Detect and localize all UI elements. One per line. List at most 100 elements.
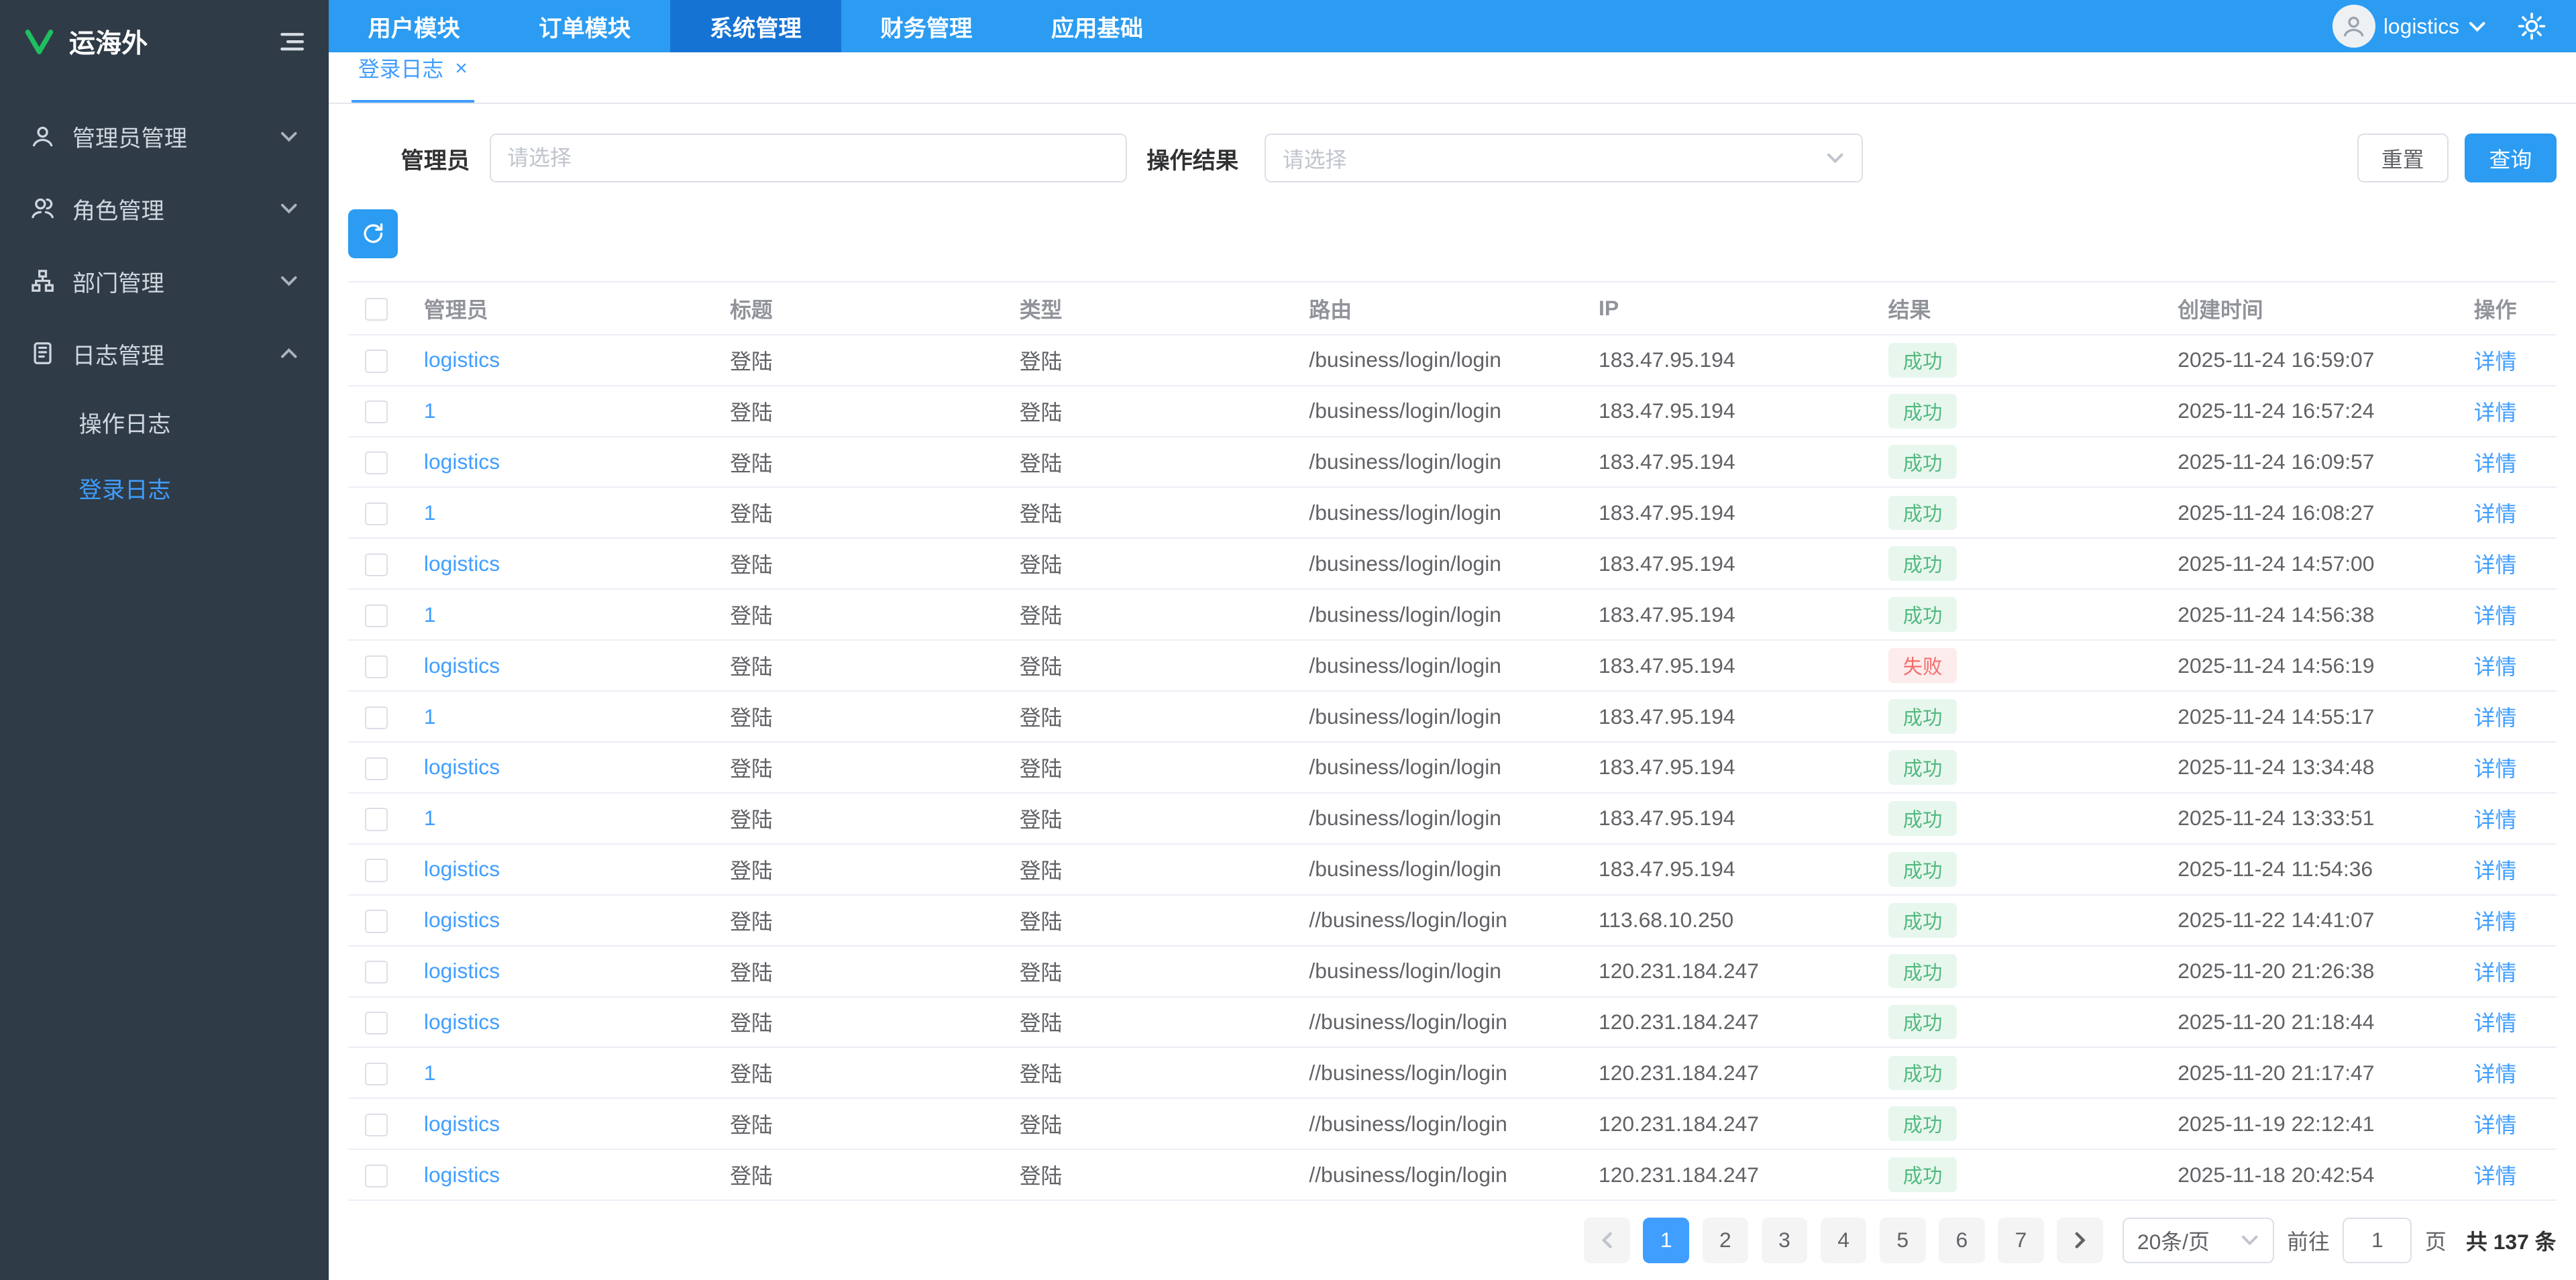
admin-link[interactable]: logistics xyxy=(424,1010,500,1034)
detail-link[interactable]: 详情 xyxy=(2474,655,2517,679)
admin-link[interactable]: 1 xyxy=(424,704,436,729)
detail-link[interactable]: 详情 xyxy=(2474,757,2517,781)
page-button[interactable]: 4 xyxy=(1820,1217,1867,1264)
row-checkbox[interactable] xyxy=(364,859,388,882)
admin-link[interactable]: logistics xyxy=(424,449,500,474)
ip-cell: 183.47.95.194 xyxy=(1582,385,1872,437)
title-cell: 登陆 xyxy=(713,945,1004,998)
row-checkbox[interactable] xyxy=(364,655,388,678)
detail-link[interactable]: 详情 xyxy=(2474,961,2517,985)
goto-page-input[interactable] xyxy=(2343,1217,2412,1264)
topnav-item[interactable]: 应用基础 xyxy=(1012,0,1183,52)
detail-link[interactable]: 详情 xyxy=(2474,859,2517,883)
type-cell: 登陆 xyxy=(1003,1047,1293,1100)
row-checkbox[interactable] xyxy=(364,451,388,475)
sidebar-item-department-management[interactable]: 部门管理 xyxy=(0,245,329,317)
row-checkbox[interactable] xyxy=(364,808,388,831)
row-checkbox[interactable] xyxy=(364,706,388,729)
topnav-item[interactable]: 用户模块 xyxy=(329,0,500,52)
sidebar-item-operation-log[interactable]: 操作日志 xyxy=(0,389,329,455)
type-cell: 登陆 xyxy=(1003,691,1293,743)
table-row: logistics 登陆 登陆 //business/login/login 1… xyxy=(348,1098,2557,1151)
page-size-select[interactable]: 20条/页 xyxy=(2123,1217,2274,1264)
topnav-item-label: 用户模块 xyxy=(368,16,460,42)
row-checkbox[interactable] xyxy=(364,1062,388,1086)
close-icon[interactable]: × xyxy=(455,57,468,79)
chevron-down-icon xyxy=(2469,21,2485,32)
page-button[interactable]: 7 xyxy=(1998,1217,2044,1264)
row-checkbox[interactable] xyxy=(364,961,388,984)
detail-link[interactable]: 详情 xyxy=(2474,910,2517,934)
sidebar-item-admin-management[interactable]: 管理员管理 xyxy=(0,100,329,172)
detail-link[interactable]: 详情 xyxy=(2474,1062,2517,1086)
sidebar-item-login-log[interactable]: 登录日志 xyxy=(0,455,329,521)
next-page-button[interactable] xyxy=(2057,1217,2103,1264)
admin-link[interactable]: logistics xyxy=(424,908,500,932)
sidebar-item-log-management[interactable]: 日志管理 xyxy=(0,317,329,390)
admin-link[interactable]: logistics xyxy=(424,755,500,779)
user-menu[interactable]: logistics xyxy=(2332,5,2487,48)
topnav-item[interactable]: 财务管理 xyxy=(841,0,1012,52)
page-button[interactable]: 5 xyxy=(1879,1217,1926,1264)
search-button[interactable]: 查询 xyxy=(2465,134,2557,183)
row-checkbox[interactable] xyxy=(364,910,388,933)
detail-link[interactable]: 详情 xyxy=(2474,808,2517,832)
sidebar-item-role-management[interactable]: 角色管理 xyxy=(0,172,329,245)
admin-link[interactable]: logistics xyxy=(424,653,500,678)
admin-link[interactable]: 1 xyxy=(424,806,436,830)
topnav-item[interactable]: 系统管理 xyxy=(669,0,841,53)
topnav: 用户模块 订单模块 系统管理 财务管理 应用基础 logistics xyxy=(328,0,2576,53)
row-checkbox[interactable] xyxy=(364,757,388,780)
detail-link[interactable]: 详情 xyxy=(2474,1164,2517,1188)
row-checkbox[interactable] xyxy=(364,1113,388,1137)
row-checkbox[interactable] xyxy=(364,502,388,526)
admin-link[interactable]: logistics xyxy=(424,348,500,372)
page-button[interactable]: 3 xyxy=(1761,1217,1808,1264)
detail-link[interactable]: 详情 xyxy=(2474,502,2517,526)
row-checkbox[interactable] xyxy=(364,401,388,424)
admin-link[interactable]: logistics xyxy=(424,959,500,983)
sidebar-item-label: 管理员管理 xyxy=(72,126,188,152)
prev-page-button[interactable] xyxy=(1584,1217,1630,1264)
detail-link[interactable]: 详情 xyxy=(2474,553,2517,577)
row-checkbox[interactable] xyxy=(364,350,388,373)
row-checkbox[interactable] xyxy=(364,1012,388,1035)
admin-link[interactable]: 1 xyxy=(424,398,436,423)
refresh-button[interactable] xyxy=(348,209,398,259)
admin-link[interactable]: logistics xyxy=(424,857,500,881)
detail-link[interactable]: 详情 xyxy=(2474,401,2517,425)
type-cell: 登陆 xyxy=(1003,334,1293,386)
page-button[interactable]: 1 xyxy=(1643,1217,1689,1264)
topnav-item-label: 订单模块 xyxy=(539,16,631,42)
topnav-item[interactable]: 订单模块 xyxy=(499,0,670,52)
tab-login-log[interactable]: 登录日志 × xyxy=(352,52,474,103)
admin-link[interactable]: logistics xyxy=(424,1163,500,1187)
detail-link[interactable]: 详情 xyxy=(2474,451,2517,476)
admin-link[interactable]: 1 xyxy=(424,500,436,525)
result-badge: 成功 xyxy=(1888,1157,1957,1193)
admin-link[interactable]: 1 xyxy=(424,1061,436,1085)
admin-link[interactable]: 1 xyxy=(424,602,436,627)
detail-link[interactable]: 详情 xyxy=(2474,604,2517,628)
select-all-checkbox[interactable] xyxy=(364,298,388,321)
admin-link[interactable]: logistics xyxy=(424,1112,500,1136)
detail-link[interactable]: 详情 xyxy=(2474,1113,2517,1137)
row-checkbox[interactable] xyxy=(364,1164,388,1188)
result-filter-select[interactable]: 请选择 xyxy=(1265,134,1863,183)
detail-link[interactable]: 详情 xyxy=(2474,350,2517,374)
page-button[interactable]: 6 xyxy=(1939,1217,1985,1264)
reset-button[interactable]: 重置 xyxy=(2357,134,2449,183)
detail-link[interactable]: 详情 xyxy=(2474,706,2517,730)
admin-link[interactable]: logistics xyxy=(424,551,500,576)
row-checkbox[interactable] xyxy=(364,553,388,577)
type-cell: 登陆 xyxy=(1003,487,1293,539)
settings-icon[interactable] xyxy=(2517,11,2546,41)
collapse-sidebar-icon[interactable] xyxy=(279,30,305,53)
row-checkbox[interactable] xyxy=(364,604,388,628)
admin-filter-input[interactable] xyxy=(489,134,1127,183)
chevron-down-icon xyxy=(2241,1236,2258,1246)
page-button[interactable]: 2 xyxy=(1702,1217,1749,1264)
header-created-time: 创建时间 xyxy=(2161,281,2458,335)
table-row: 1 登陆 登陆 /business/login/login 183.47.95.… xyxy=(348,792,2557,845)
detail-link[interactable]: 详情 xyxy=(2474,1011,2517,1035)
